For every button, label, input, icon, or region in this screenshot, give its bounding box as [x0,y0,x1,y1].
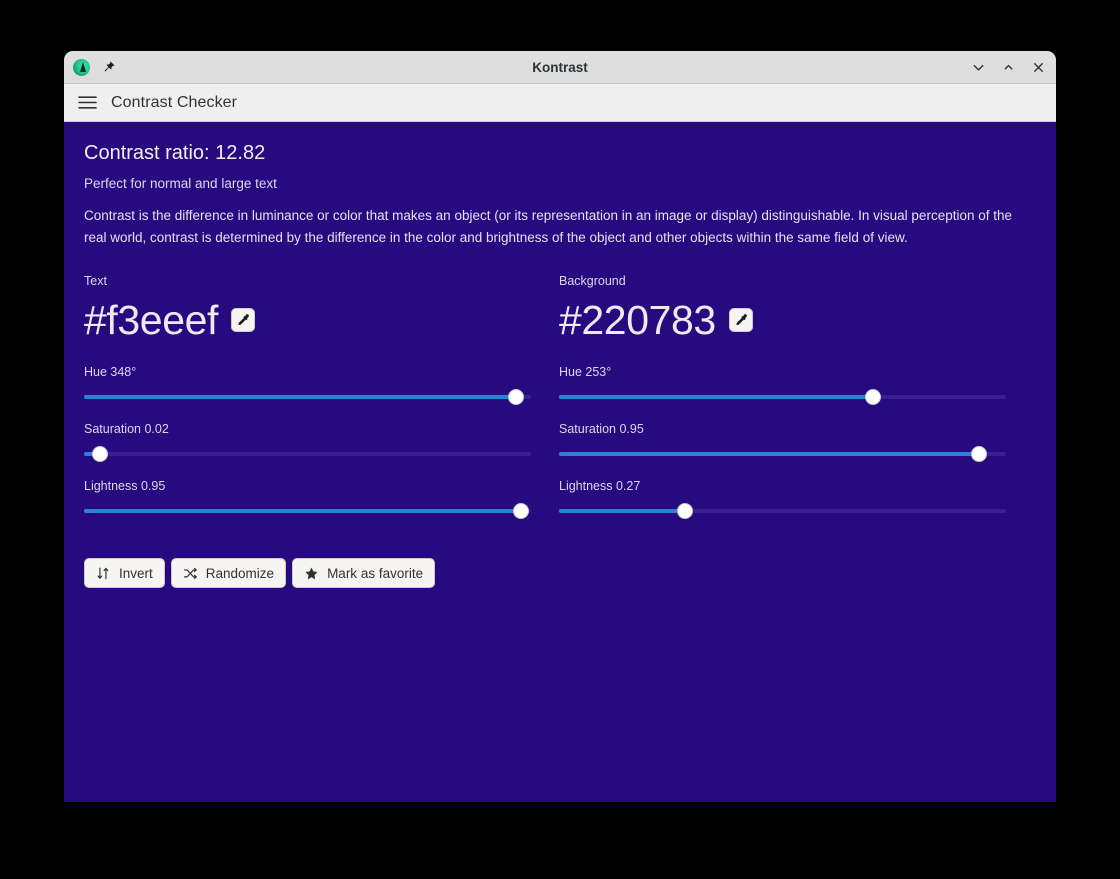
slider-fill [559,395,873,399]
slider-thumb[interactable] [971,446,988,462]
slider-thumb[interactable] [513,503,530,519]
title-bar-left [73,58,116,76]
background-color-label: Background [559,274,626,288]
kontrast-logo-icon [73,58,90,76]
slider-track [84,452,531,456]
action-button-row: Invert Randomize Mark as favorite [84,558,1034,588]
background-saturation-group: Saturation 0.95 [559,422,1034,462]
background-hex-row: #220783 [559,297,1034,343]
background-eyedropper-icon[interactable] [728,308,753,332]
invert-button[interactable]: Invert [84,558,165,588]
header-bar: Contrast Checker [64,84,1056,122]
contrast-rating-text: Perfect for normal and large text [84,176,277,191]
favorite-button-label: Mark as favorite [327,565,424,581]
window-title: Kontrast [532,59,588,75]
text-lightness-slider[interactable] [84,503,531,519]
contrast-description: Contrast is the difference in luminance … [84,208,1012,245]
background-hue-slider[interactable] [559,389,1006,405]
background-lightness-group: Lightness 0.27 [559,479,1034,519]
invert-button-label: Invert [119,565,153,581]
pin-icon[interactable] [101,60,116,75]
favorite-button[interactable]: Mark as favorite [292,558,436,588]
text-color-panel: Text #f3eeef Hue 348° Saturation 0.02 Li… [84,274,559,536]
color-columns: Text #f3eeef Hue 348° Saturation 0.02 Li… [84,274,1034,536]
star-icon [304,566,319,581]
slider-fill [559,452,980,456]
text-saturation-label: Saturation 0.02 [84,422,169,436]
background-lightness-slider[interactable] [559,503,1006,519]
text-hex-value[interactable]: #f3eeef [84,297,218,343]
page-title: Contrast Checker [111,93,238,111]
text-saturation-slider[interactable] [84,446,531,462]
text-saturation-group: Saturation 0.02 [84,422,559,462]
shuffle-icon [183,566,198,581]
hamburger-menu-icon[interactable] [78,95,97,110]
window-controls [967,56,1049,78]
invert-arrows-icon [96,566,111,581]
text-lightness-group: Lightness 0.95 [84,479,559,519]
contrast-ratio-title: Contrast ratio: 12.82 [84,142,266,164]
slider-fill [559,509,686,513]
slider-thumb[interactable] [92,446,109,462]
close-button[interactable] [1027,56,1049,78]
text-hue-group: Hue 348° [84,365,559,405]
slider-thumb[interactable] [508,389,525,405]
randomize-button-label: Randomize [205,565,275,581]
slider-fill [84,509,522,513]
maximize-button[interactable] [997,56,1019,78]
background-color-panel: Background #220783 Hue 253° Saturation 0… [559,274,1034,536]
text-hex-row: #f3eeef [84,297,559,343]
slider-thumb[interactable] [864,389,881,405]
text-eyedropper-icon[interactable] [231,308,255,332]
text-color-label: Text [84,274,107,288]
randomize-button[interactable]: Randomize [170,558,287,588]
text-hue-label: Hue 348° [84,365,137,379]
background-lightness-label: Lightness 0.27 [559,479,641,493]
slider-thumb[interactable] [677,503,694,519]
text-lightness-label: Lightness 0.95 [84,479,166,493]
application-window: Kontrast Contrast Checker Contrast ratio… [64,51,1056,802]
background-hue-label: Hue 253° [559,365,612,379]
main-content: Contrast ratio: 12.82 Perfect for normal… [64,122,1056,801]
background-hex-value[interactable]: #220783 [559,297,716,343]
background-hue-group: Hue 253° [559,365,1034,405]
text-hue-slider[interactable] [84,389,531,405]
title-bar: Kontrast [64,51,1056,84]
background-saturation-slider[interactable] [559,446,1006,462]
minimize-button[interactable] [967,56,989,78]
background-saturation-label: Saturation 0.95 [559,422,644,436]
slider-fill [84,395,517,399]
